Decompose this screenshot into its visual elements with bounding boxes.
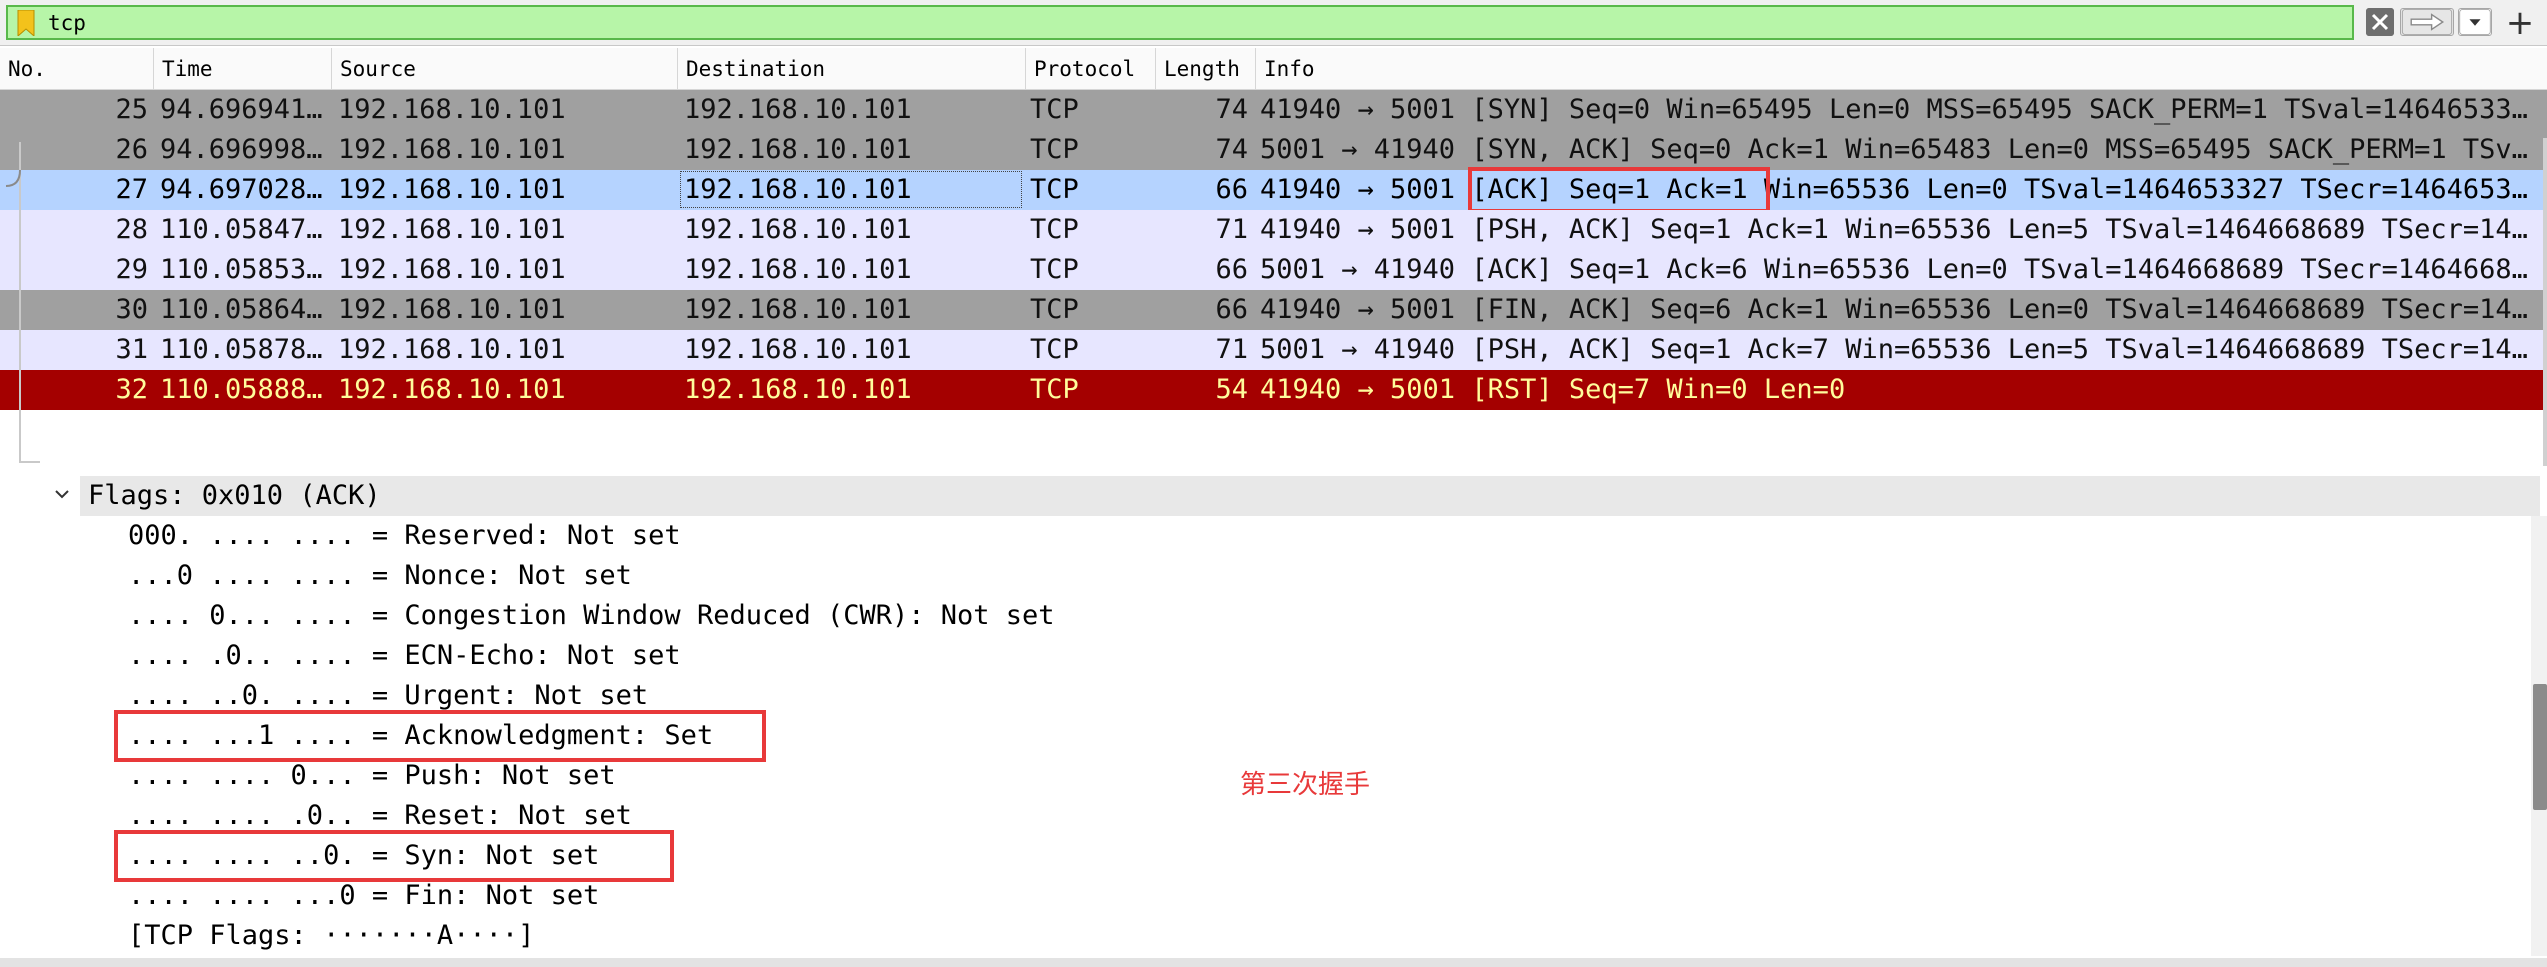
packet-source: 192.168.10.101: [338, 334, 566, 365]
packet-length: 74: [1215, 94, 1248, 125]
packet-row-25[interactable]: 25 94.696941… 192.168.10.101 192.168.10.…: [0, 90, 2547, 130]
column-header-destination[interactable]: Destination: [678, 48, 1026, 90]
packet-protocol: TCP: [1030, 254, 1079, 285]
packet-destination: 192.168.10.101: [684, 294, 912, 325]
packet-info: 41940 → 5001 [SYN] Seq=0 Win=65495 Len=0…: [1260, 94, 2528, 125]
add-filter-button[interactable]: +: [2500, 3, 2540, 43]
flag-line-ecn-echo[interactable]: .... .0.. .... = ECN-Echo: Not set: [128, 636, 681, 676]
packet-length: 71: [1215, 334, 1248, 365]
packet-row-28[interactable]: 28 110.05847… 192.168.10.101 192.168.10.…: [0, 210, 2547, 250]
syn-annotation-box: [114, 830, 674, 882]
annotation-label: 第三次握手: [1240, 770, 1371, 800]
chevron-down-icon[interactable]: [52, 484, 72, 504]
flags-tree-item[interactable]: Flags: 0x010 (ACK): [80, 476, 2540, 516]
packet-protocol: TCP: [1030, 94, 1079, 125]
details-scrollbar-thumb[interactable]: [2533, 684, 2547, 810]
packet-info: 41940 → 5001 [FIN, ACK] Seq=6 Ack=1 Win=…: [1260, 294, 2528, 325]
packet-time: 94.696998…: [160, 134, 323, 165]
packet-length: 54: [1215, 374, 1248, 405]
packet-source: 192.168.10.101: [338, 374, 566, 405]
packet-time: 110.05853…: [160, 254, 323, 285]
flag-line-push[interactable]: .... .... 0... = Push: Not set: [128, 756, 616, 796]
display-filter-input[interactable]: [48, 7, 2228, 38]
display-filter-field[interactable]: [6, 5, 2354, 40]
packet-time: 110.05864…: [160, 294, 323, 325]
packet-time: 110.05878…: [160, 334, 323, 365]
packet-destination: 192.168.10.101: [684, 134, 912, 165]
packet-length: 71: [1215, 214, 1248, 245]
column-header-info[interactable]: Info: [1256, 48, 2547, 90]
flag-line-nonce[interactable]: ...0 .... .... = Nonce: Not set: [128, 556, 632, 596]
filter-history-dropdown-icon[interactable]: [2458, 8, 2492, 36]
flag-line-fin[interactable]: .... .... ...0 = Fin: Not set: [128, 876, 599, 916]
column-header-time[interactable]: Time: [154, 48, 332, 90]
packet-protocol: TCP: [1030, 214, 1079, 245]
packet-rows: 25 94.696941… 192.168.10.101 192.168.10.…: [0, 90, 2547, 410]
packet-list-header: No. Time Source Destination Protocol Len…: [0, 48, 2547, 90]
packet-destination: 192.168.10.101: [684, 94, 912, 125]
packet-destination: 192.168.10.101: [684, 374, 912, 405]
packet-protocol: TCP: [1030, 374, 1079, 405]
flag-line-cwr[interactable]: .... 0... .... = Congestion Window Reduc…: [128, 596, 1055, 636]
packet-source: 192.168.10.101: [338, 94, 566, 125]
bottom-border: [0, 958, 2547, 967]
column-header-no[interactable]: No.: [0, 48, 154, 90]
packet-info: 5001 → 41940 [ACK] Seq=1 Ack=6 Win=65536…: [1260, 254, 2528, 285]
apply-filter-arrow-icon[interactable]: [2400, 8, 2454, 36]
packet-time: 110.05888…: [160, 374, 323, 405]
packet-time: 94.696941…: [160, 94, 323, 125]
packet-length: 66: [1215, 294, 1248, 325]
packet-details-pane[interactable]: Flags: 0x010 (ACK) 000. .... .... = Rese…: [0, 474, 2547, 967]
ack-annotation-box: [1468, 167, 1770, 213]
packet-row-26[interactable]: 26 94.696998… 192.168.10.101 192.168.10.…: [0, 130, 2547, 170]
packet-length: 66: [1215, 254, 1248, 285]
packet-source: 192.168.10.101: [338, 294, 566, 325]
packet-row-29[interactable]: 29 110.05853… 192.168.10.101 192.168.10.…: [0, 250, 2547, 290]
packet-info: 41940 → 5001 [ACK] Seq=1 Ack=1 Win=65536…: [1260, 174, 2528, 205]
packet-protocol: TCP: [1030, 334, 1079, 365]
column-header-protocol[interactable]: Protocol: [1026, 48, 1156, 90]
tcp-flags-summary[interactable]: [TCP Flags: ·······A····]: [128, 916, 534, 956]
packet-protocol: TCP: [1030, 174, 1079, 205]
packet-info: 41940 → 5001 [PSH, ACK] Seq=1 Ack=1 Win=…: [1260, 214, 2528, 245]
packet-row-27-selected[interactable]: 27 94.697028… 192.168.10.101 192.168.10.…: [0, 167, 2547, 213]
conversation-tree-lines: [5, 142, 40, 463]
focused-cell-outline: [680, 171, 1022, 208]
packet-source: 192.168.10.101: [338, 134, 566, 165]
packet-source: 192.168.10.101: [338, 254, 566, 285]
packet-destination: 192.168.10.101: [684, 214, 912, 245]
packet-time: 94.697028…: [160, 174, 323, 205]
display-filter-toolbar: +: [0, 0, 2547, 46]
packet-list-scrollbar[interactable]: [2543, 138, 2547, 466]
packet-protocol: TCP: [1030, 294, 1079, 325]
clear-filter-icon[interactable]: [2366, 8, 2394, 36]
packet-row-32[interactable]: 32 110.05888… 192.168.10.101 192.168.10.…: [0, 370, 2547, 410]
packet-no: 25: [115, 94, 148, 125]
packet-source: 192.168.10.101: [338, 174, 566, 205]
packet-length: 74: [1215, 134, 1248, 165]
acknowledgment-annotation-box: [114, 710, 766, 762]
packet-protocol: TCP: [1030, 134, 1079, 165]
column-header-source[interactable]: Source: [332, 48, 678, 90]
column-header-length[interactable]: Length: [1156, 48, 1256, 90]
packet-length: 66: [1215, 174, 1248, 205]
packet-row-30[interactable]: 30 110.05864… 192.168.10.101 192.168.10.…: [0, 290, 2547, 330]
packet-info: 41940 → 5001 [RST] Seq=7 Win=0 Len=0: [1260, 374, 1846, 405]
packet-time: 110.05847…: [160, 214, 323, 245]
bookmark-icon[interactable]: [17, 10, 35, 36]
packet-destination: 192.168.10.101: [684, 334, 912, 365]
packet-destination: 192.168.10.101: [684, 254, 912, 285]
packet-info: 5001 → 41940 [SYN, ACK] Seq=0 Ack=1 Win=…: [1260, 134, 2528, 165]
packet-source: 192.168.10.101: [338, 214, 566, 245]
packet-list[interactable]: No. Time Source Destination Protocol Len…: [0, 48, 2547, 466]
flag-line-reserved[interactable]: 000. .... .... = Reserved: Not set: [128, 516, 681, 556]
packet-row-31[interactable]: 31 110.05878… 192.168.10.101 192.168.10.…: [0, 330, 2547, 370]
packet-info: 5001 → 41940 [PSH, ACK] Seq=1 Ack=7 Win=…: [1260, 334, 2528, 365]
